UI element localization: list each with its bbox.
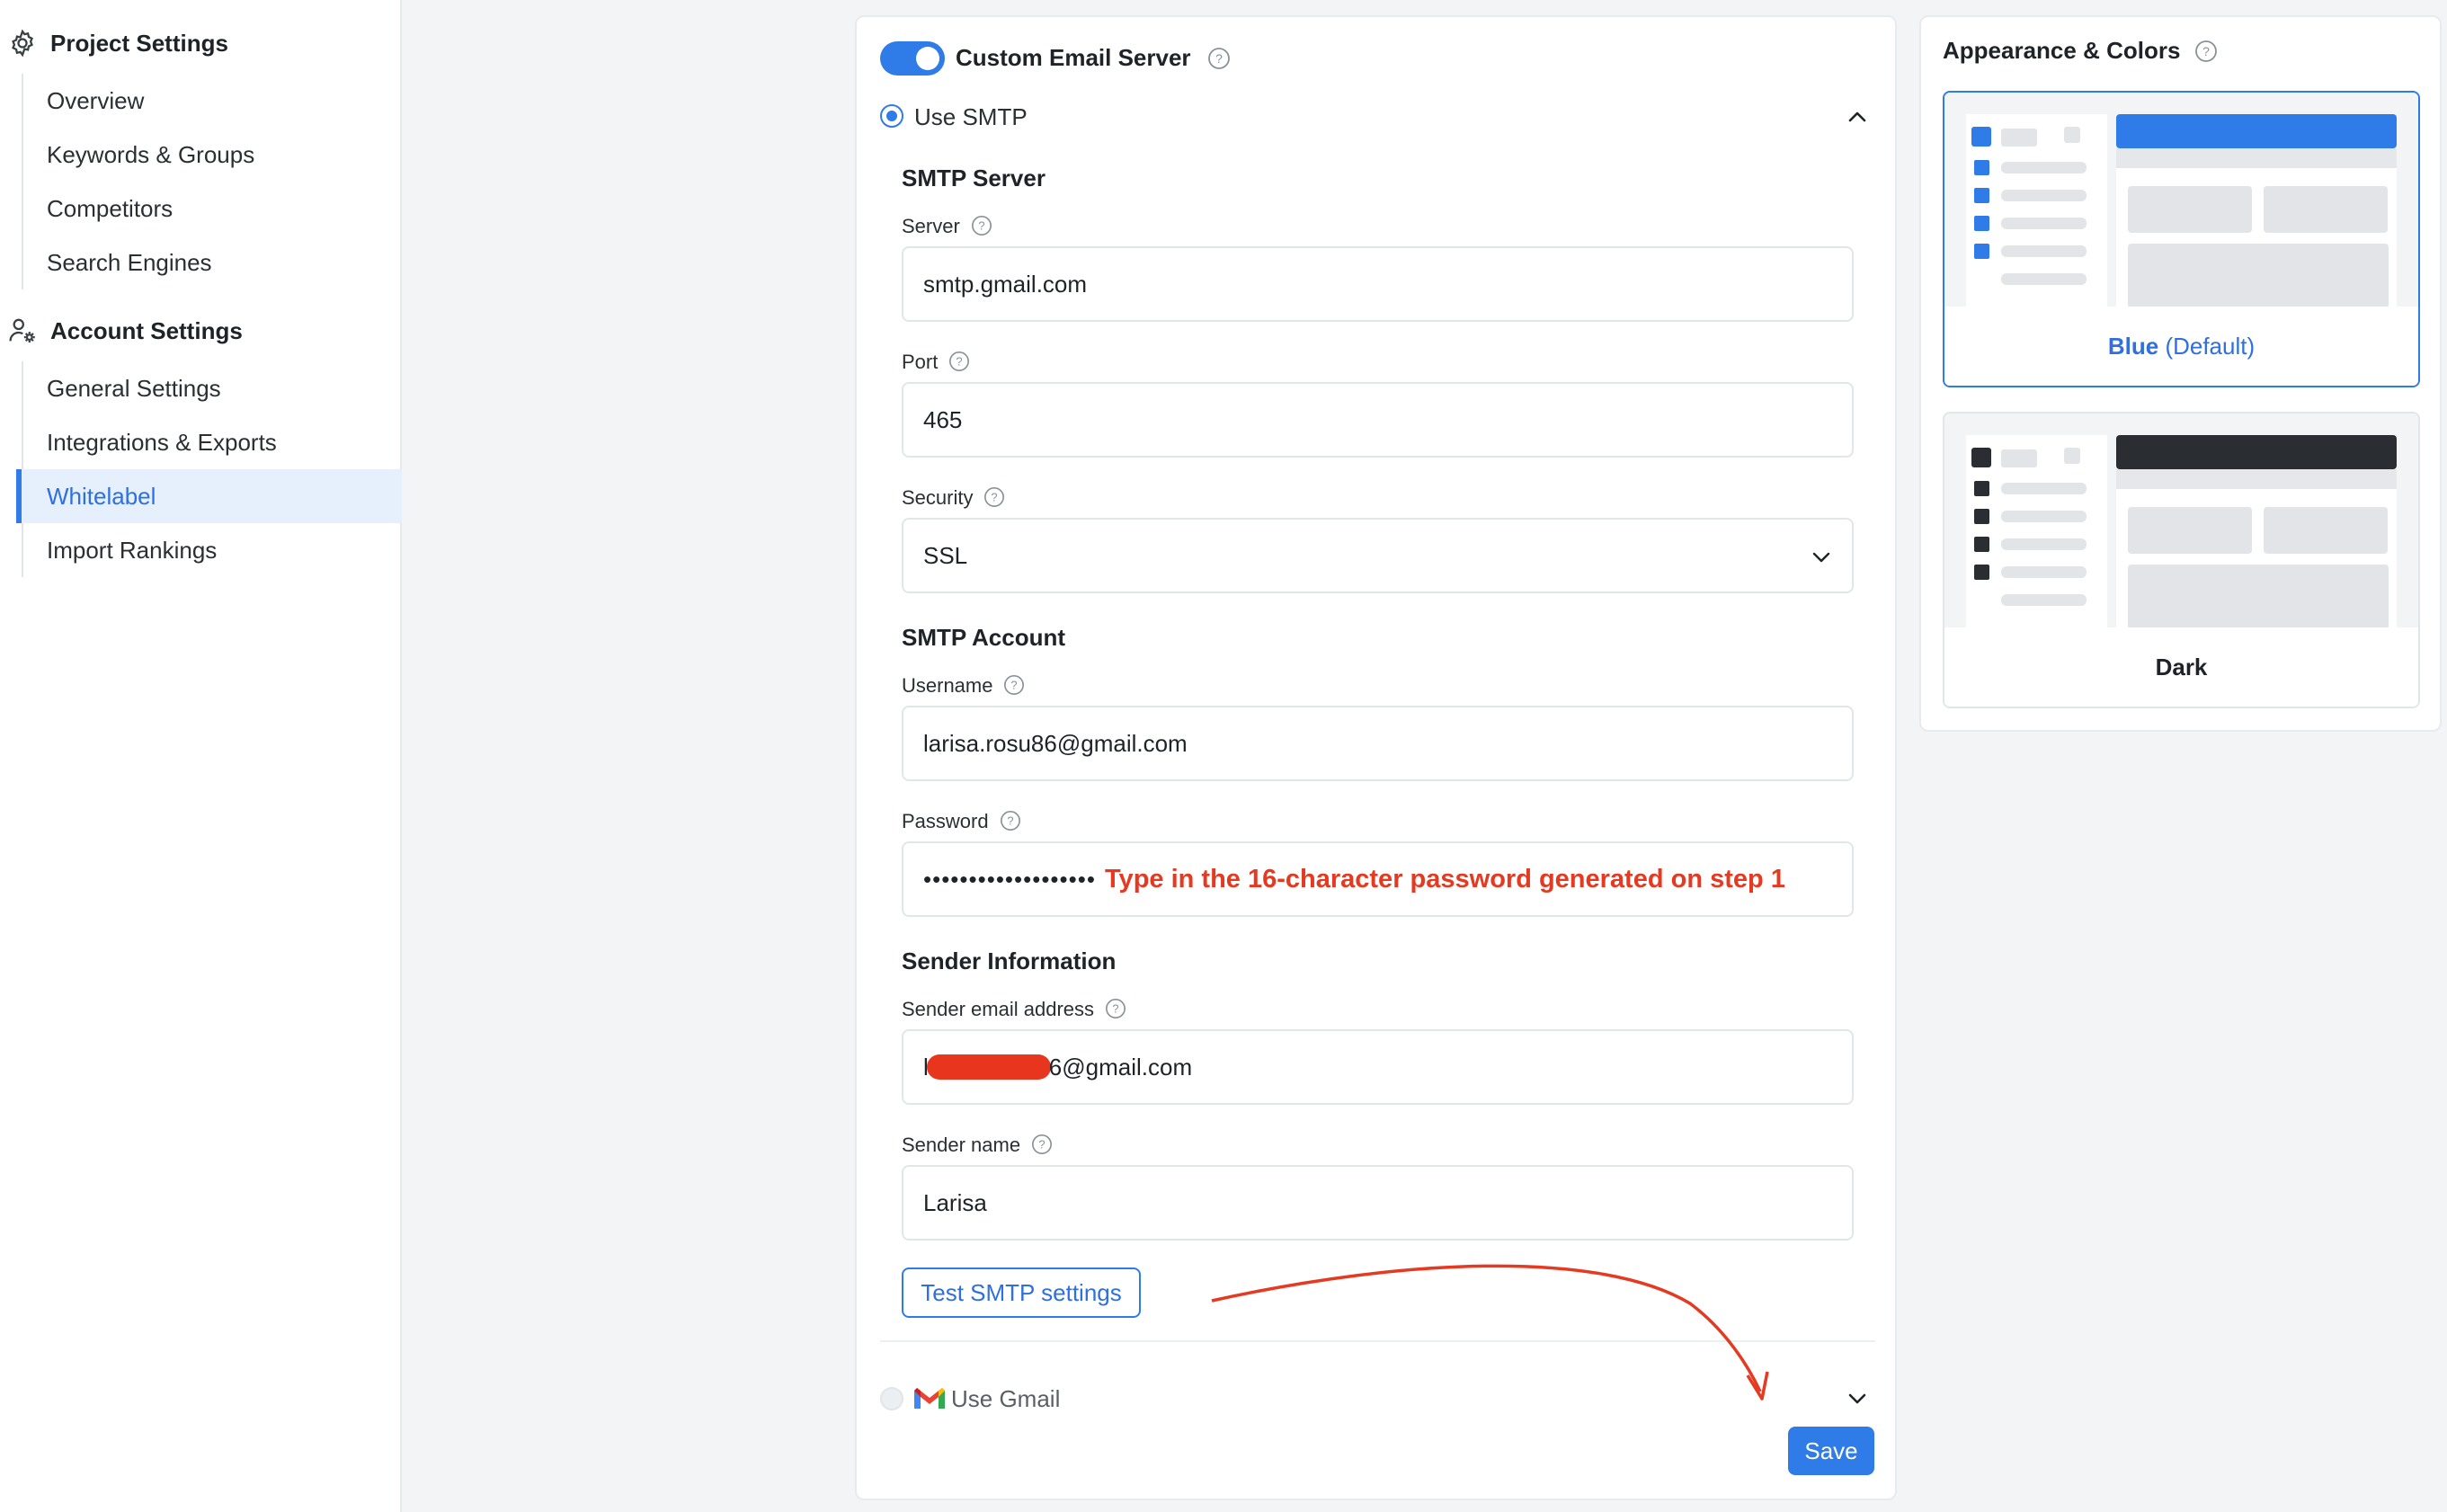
help-icon[interactable]: ? (2194, 40, 2218, 63)
theme-name-dark: Dark (1944, 627, 2418, 707)
theme-preview-dark (1944, 414, 2418, 629)
theme-name-blue: Blue (Default) (1944, 307, 2418, 386)
appearance-panel: Appearance & Colors ? Blue (Default) Dar… (1919, 15, 2442, 732)
theme-card-blue[interactable]: Blue (Default) (1943, 91, 2420, 387)
svg-text:?: ? (2203, 44, 2211, 58)
theme-preview-blue (1944, 93, 2418, 308)
theme-card-dark[interactable]: Dark (1943, 412, 2420, 708)
appearance-title: Appearance & Colors (1943, 37, 2181, 64)
appearance-header: Appearance & Colors ? (1943, 37, 2218, 65)
